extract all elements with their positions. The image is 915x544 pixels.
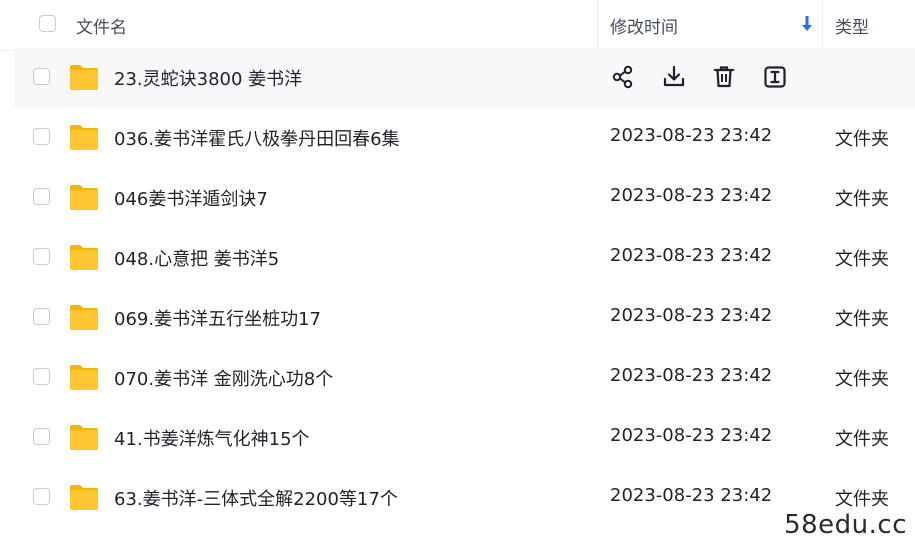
file-type: 文件夹 <box>835 429 889 450</box>
folder-icon <box>70 185 98 210</box>
file-type: 文件夹 <box>835 249 889 270</box>
row-checkbox[interactable] <box>33 308 50 325</box>
modified-time: 2023-08-23 23:42 <box>610 305 773 326</box>
column-header-modified-time[interactable]: 修改时间 <box>610 13 678 38</box>
folder-icon <box>70 365 98 390</box>
file-type: 文件夹 <box>835 369 889 390</box>
rename-icon[interactable] <box>762 64 788 90</box>
table-row[interactable]: 048.心意把 姜书洋5 2023-08-23 23:42 文件夹 <box>14 228 915 288</box>
select-all-checkbox[interactable] <box>39 15 56 32</box>
delete-icon[interactable] <box>711 64 737 90</box>
row-checkbox[interactable] <box>33 488 50 505</box>
file-name[interactable]: 070.姜书洋 金刚洗心功8个 <box>114 365 333 391</box>
row-checkbox[interactable] <box>33 368 50 385</box>
table-row[interactable]: 23.灵蛇诀3800 姜书洋 <box>14 48 915 108</box>
file-type: 文件夹 <box>835 309 889 330</box>
modified-time: 2023-08-23 23:42 <box>610 485 773 506</box>
table-row[interactable]: 070.姜书洋 金刚洗心功8个 2023-08-23 23:42 文件夹 <box>14 348 915 408</box>
arrow-down-icon[interactable] <box>800 14 814 34</box>
column-header-name[interactable]: 文件名 <box>76 13 127 38</box>
folder-icon <box>70 485 98 510</box>
file-name[interactable]: 046姜书洋遁剑诀7 <box>114 185 268 211</box>
row-checkbox[interactable] <box>33 428 50 445</box>
table-row[interactable]: 036.姜书洋霍氏八极拳丹田回春6集 2023-08-23 23:42 文件夹 <box>14 108 915 168</box>
file-name[interactable]: 048.心意把 姜书洋5 <box>114 245 279 271</box>
column-divider[interactable] <box>822 0 823 48</box>
file-name[interactable]: 069.姜书洋五行坐桩功17 <box>114 305 321 331</box>
file-type: 文件夹 <box>835 189 889 210</box>
file-list-header: 文件名 修改时间 类型 <box>0 0 915 51</box>
modified-time: 2023-08-23 23:42 <box>610 365 773 386</box>
table-row[interactable]: 046姜书洋遁剑诀7 2023-08-23 23:42 文件夹 <box>14 168 915 228</box>
folder-icon <box>70 245 98 270</box>
modified-time: 2023-08-23 23:42 <box>610 245 773 266</box>
modified-time: 2023-08-23 23:42 <box>610 185 773 206</box>
file-type: 文件夹 <box>835 129 889 150</box>
column-divider[interactable] <box>597 0 598 48</box>
modified-time: 2023-08-23 23:42 <box>610 425 773 446</box>
folder-icon <box>70 65 98 90</box>
column-header-type[interactable]: 类型 <box>835 13 869 38</box>
folder-icon <box>70 425 98 450</box>
row-checkbox[interactable] <box>33 68 50 85</box>
file-name[interactable]: 63.姜书洋-三体式全解2200等17个 <box>114 485 398 511</box>
table-row[interactable]: 63.姜书洋-三体式全解2200等17个 2023-08-23 23:42 文件… <box>14 468 915 528</box>
file-name[interactable]: 23.灵蛇诀3800 姜书洋 <box>114 65 302 91</box>
row-checkbox[interactable] <box>33 248 50 265</box>
folder-icon <box>70 305 98 330</box>
file-type: 文件夹 <box>835 489 889 510</box>
watermark: 58edu.cc <box>784 510 907 540</box>
row-checkbox[interactable] <box>33 128 50 145</box>
share-icon[interactable] <box>610 64 636 90</box>
download-icon[interactable] <box>661 64 687 90</box>
folder-icon <box>70 125 98 150</box>
modified-time: 2023-08-23 23:42 <box>610 125 773 146</box>
file-name[interactable]: 41.书姜洋炼气化神15个 <box>114 425 310 451</box>
row-checkbox[interactable] <box>33 188 50 205</box>
table-row[interactable]: 41.书姜洋炼气化神15个 2023-08-23 23:42 文件夹 <box>14 408 915 468</box>
table-row[interactable]: 069.姜书洋五行坐桩功17 2023-08-23 23:42 文件夹 <box>14 288 915 348</box>
file-name[interactable]: 036.姜书洋霍氏八极拳丹田回春6集 <box>114 125 400 151</box>
